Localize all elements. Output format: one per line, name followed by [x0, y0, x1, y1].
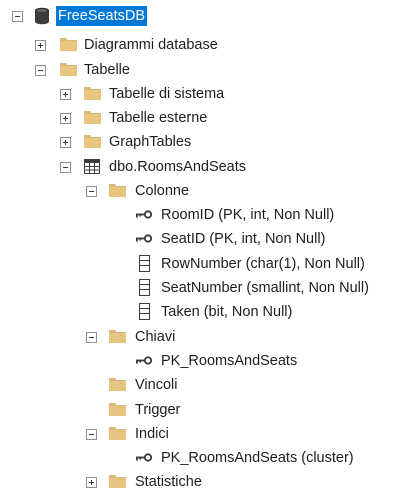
primary-key-icon — [136, 234, 153, 243]
tree-node-column-seatnumber[interactable]: SeatNumber (smallint, Non Null) — [0, 276, 398, 300]
folder-icon — [84, 87, 101, 100]
folder-icon — [109, 475, 126, 488]
expand-toggle[interactable] — [35, 40, 46, 51]
object-explorer-tree: FreeSeatsDB Diagrammi database Tabelle T… — [0, 0, 398, 493]
tree-node-label: Tabelle — [84, 62, 130, 78]
tree-node-key-pk-roomsandseats[interactable]: PK_RoomsAndSeats — [0, 349, 398, 373]
tree-node-label: dbo.RoomsAndSeats — [109, 159, 247, 175]
expand-toggle[interactable] — [60, 89, 71, 100]
tree-node-column-seatid[interactable]: SeatID (PK, int, Non Null) — [0, 227, 398, 251]
tree-node-label: Taken (bit, Non Null) — [161, 304, 293, 320]
tree-node-trigger[interactable]: Trigger — [0, 398, 398, 422]
tree-node-column-taken[interactable]: Taken (bit, Non Null) — [0, 300, 398, 324]
collapse-toggle[interactable] — [86, 332, 97, 343]
table-icon — [84, 159, 100, 174]
tree-node-label: Statistiche — [135, 474, 202, 490]
tree-node-label: Diagrammi database — [84, 37, 218, 53]
tree-node-dbo-roomsandseats[interactable]: dbo.RoomsAndSeats — [0, 155, 398, 179]
index-key-icon — [136, 453, 153, 462]
tree-node-diagrammi-database[interactable]: Diagrammi database — [0, 33, 398, 57]
collapse-toggle[interactable] — [12, 11, 23, 22]
collapse-toggle[interactable] — [35, 65, 46, 76]
tree-node-freeseatsdb[interactable]: FreeSeatsDB — [0, 4, 398, 28]
tree-node-label: GraphTables — [109, 134, 192, 150]
tree-node-label: RowNumber (char(1), Non Null) — [161, 256, 365, 272]
folder-icon — [109, 184, 126, 197]
tree-node-label: Indici — [135, 426, 169, 442]
tree-node-indici[interactable]: Indici — [0, 422, 398, 446]
tree-node-label: Tabelle esterne — [109, 110, 208, 126]
tree-node-column-rownumber[interactable]: RowNumber (char(1), Non Null) — [0, 252, 398, 276]
tree-node-label: Tabelle di sistema — [109, 86, 225, 102]
tree-node-label: Chiavi — [135, 329, 176, 345]
tree-node-label: Colonne — [135, 183, 190, 199]
tree-node-vincoli[interactable]: Vincoli — [0, 373, 398, 397]
tree-node-graphtables[interactable]: GraphTables — [0, 130, 398, 154]
folder-icon — [60, 38, 77, 51]
column-icon — [139, 303, 150, 320]
tree-node-label: SeatNumber (smallint, Non Null) — [161, 280, 369, 296]
database-icon — [35, 7, 49, 25]
folder-icon — [60, 63, 77, 76]
column-icon — [139, 279, 150, 296]
tree-node-index-pk-roomsandseats-cluster[interactable]: PK_RoomsAndSeats (cluster) — [0, 446, 398, 470]
folder-icon — [109, 403, 126, 416]
tree-node-label: PK_RoomsAndSeats (cluster) — [161, 450, 354, 466]
expand-toggle[interactable] — [60, 137, 71, 148]
collapse-toggle[interactable] — [86, 186, 97, 197]
tree-node-label: SeatID (PK, int, Non Null) — [161, 231, 326, 247]
folder-icon — [109, 378, 126, 391]
folder-icon — [84, 135, 101, 148]
collapse-toggle[interactable] — [60, 162, 71, 173]
expand-toggle[interactable] — [60, 113, 71, 124]
folder-icon — [109, 427, 126, 440]
tree-node-label: RoomID (PK, int, Non Null) — [161, 207, 335, 223]
primary-key-icon — [136, 356, 153, 365]
expand-toggle[interactable] — [86, 477, 97, 488]
tree-node-label: Vincoli — [135, 377, 178, 393]
tree-node-label: FreeSeatsDB — [56, 6, 148, 26]
tree-node-chiavi[interactable]: Chiavi — [0, 325, 398, 349]
tree-node-statistiche[interactable]: Statistiche — [0, 470, 398, 494]
tree-node-label: Trigger — [135, 402, 181, 418]
tree-node-column-roomid[interactable]: RoomID (PK, int, Non Null) — [0, 203, 398, 227]
column-icon — [139, 255, 150, 272]
folder-icon — [84, 111, 101, 124]
tree-node-label: PK_RoomsAndSeats — [161, 353, 298, 369]
tree-node-tabelle-esterne[interactable]: Tabelle esterne — [0, 106, 398, 130]
collapse-toggle[interactable] — [86, 429, 97, 440]
tree-node-tabelle-di-sistema[interactable]: Tabelle di sistema — [0, 82, 398, 106]
folder-icon — [109, 330, 126, 343]
primary-key-icon — [136, 210, 153, 219]
tree-node-colonne[interactable]: Colonne — [0, 179, 398, 203]
tree-node-tabelle[interactable]: Tabelle — [0, 58, 398, 82]
